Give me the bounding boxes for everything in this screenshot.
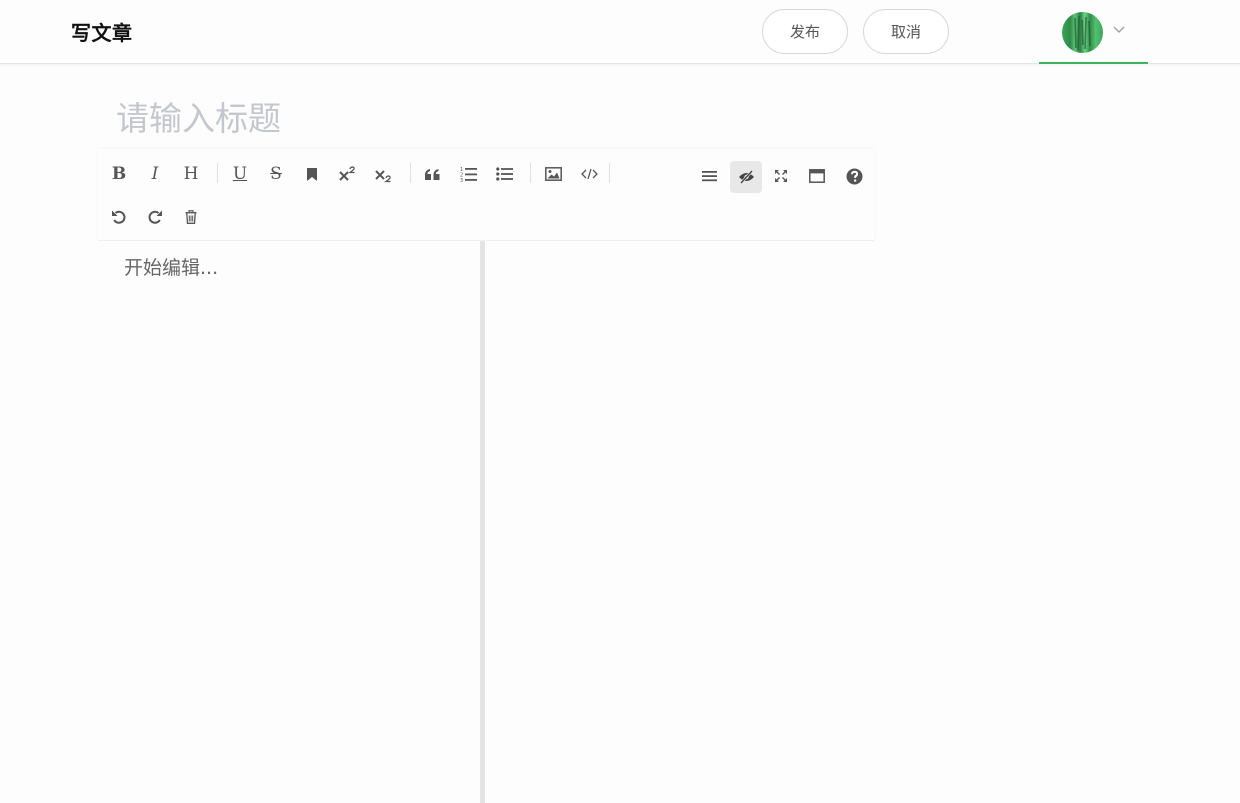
question-circle-icon (846, 168, 862, 184)
italic-icon: I (151, 164, 159, 184)
menu-icon (701, 171, 717, 182)
unordered-list-icon (495, 167, 513, 181)
window-icon (809, 169, 825, 183)
strikethrough-icon: S (270, 164, 282, 184)
top-header: 写文章 发布 取消 (0, 0, 1240, 64)
undo-button[interactable] (103, 201, 135, 233)
undo-icon (112, 210, 126, 224)
avatar[interactable] (1062, 12, 1103, 53)
read-mode-button[interactable] (801, 160, 833, 192)
subscript-button[interactable] (368, 160, 400, 192)
header-button[interactable]: H (175, 158, 207, 190)
editor-toolbar: B I H U S 1 2 3 (98, 149, 874, 241)
ordered-list-button[interactable]: 1 2 3 (452, 158, 484, 190)
mark-button[interactable] (296, 158, 328, 190)
toolbar-divider (410, 163, 411, 183)
preview-toggle-button[interactable] (730, 161, 762, 193)
code-button[interactable] (573, 158, 605, 190)
unordered-list-button[interactable] (488, 158, 520, 190)
strikethrough-button[interactable]: S (260, 158, 292, 190)
header-icon: H (183, 164, 199, 184)
toolbar-divider (530, 163, 531, 183)
image-button[interactable] (537, 158, 569, 190)
markdown-input[interactable] (98, 241, 480, 803)
code-icon (580, 168, 598, 180)
help-button[interactable] (838, 160, 870, 192)
italic-button[interactable]: I (139, 158, 171, 190)
bold-button[interactable]: B (103, 158, 135, 190)
fullscreen-button[interactable] (765, 160, 797, 192)
subscript-icon (375, 170, 391, 183)
underline-icon: U (232, 164, 248, 184)
edit-pane (98, 241, 480, 803)
trash-icon (185, 210, 197, 224)
expand-icon (775, 170, 787, 182)
image-icon (544, 167, 562, 181)
title-input[interactable] (98, 92, 874, 144)
svg-text:3: 3 (460, 178, 463, 182)
superscript-icon (339, 166, 355, 181)
underline-button[interactable]: U (224, 158, 256, 190)
toolbar-divider (609, 163, 610, 183)
redo-icon (148, 210, 162, 224)
user-menu[interactable] (1039, 0, 1148, 64)
bookmark-icon (307, 167, 317, 181)
cancel-button[interactable]: 取消 (863, 9, 949, 54)
quote-icon (424, 168, 439, 180)
publish-button[interactable]: 发布 (762, 9, 848, 54)
preview-pane (485, 241, 874, 803)
ordered-list-icon: 1 2 3 (460, 167, 477, 182)
markdown-editor: B I H U S 1 2 3 开始编辑... (98, 149, 874, 803)
eye-slash-icon (738, 170, 754, 184)
redo-button[interactable] (139, 201, 171, 233)
bold-icon: B (111, 164, 127, 184)
toolbar-divider (217, 163, 218, 183)
page-title: 写文章 (71, 21, 133, 45)
chevron-down-icon[interactable] (1112, 21, 1126, 35)
navigation-button[interactable] (693, 160, 725, 192)
clear-button[interactable] (175, 201, 207, 233)
quote-button[interactable] (416, 158, 448, 190)
superscript-button[interactable] (332, 158, 364, 190)
